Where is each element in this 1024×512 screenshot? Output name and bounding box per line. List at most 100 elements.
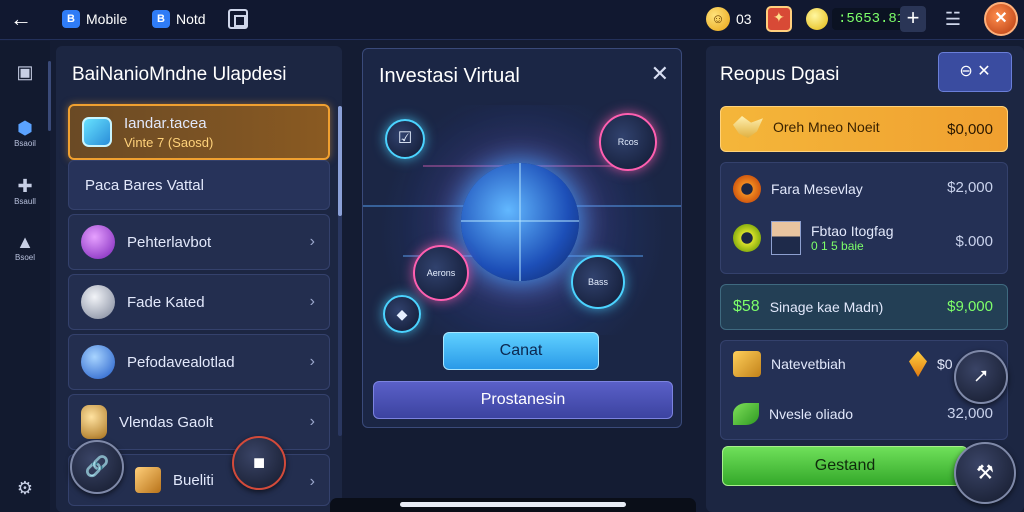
coin-count: 03	[736, 11, 752, 27]
close-icon[interactable]: ✕	[651, 61, 669, 87]
row-label: Nvesle oliado	[769, 406, 854, 422]
list-item[interactable]: Natevetbiah	[733, 351, 846, 377]
row-content: $58 Sinage kae Madn)	[733, 298, 883, 316]
add-funds-button[interactable]: +	[900, 6, 926, 32]
secondary-button[interactable]: Prostanesin	[373, 381, 673, 419]
row-label: Sinage kae Madn)	[769, 299, 884, 315]
list-item-text: Iandar.tacea Vinte 7 (Saosd)	[124, 115, 213, 150]
list-item[interactable]: Nvesle oliado	[733, 403, 853, 425]
coin-counter[interactable]: ☺ 03	[706, 7, 752, 31]
app-b-icon: B	[152, 10, 170, 28]
tools-button[interactable]: ⚒	[954, 442, 1016, 504]
investment-dialog: Investasi Virtual ✕ ☑ Rcos Aerons Bass ◆…	[362, 48, 682, 428]
list-item-label: Paca Bares Vattal	[85, 176, 204, 194]
row-value: $9,000	[947, 298, 993, 315]
row-content: Oreh Mneo Noeit	[733, 116, 880, 138]
list-item-label: Fade Kated	[127, 293, 205, 311]
back-arrow-icon[interactable]: ←	[10, 6, 40, 32]
box-icon	[135, 467, 161, 493]
highlight-row[interactable]: Oreh Mneo Noeit $0,000	[720, 106, 1008, 152]
link-button[interactable]: 🔗	[70, 440, 124, 494]
warning-icon: ▲	[16, 232, 34, 252]
app-b-icon: B	[62, 10, 80, 28]
building-node-icon: Bass	[571, 255, 625, 309]
rail-item-cube[interactable]: ⬢ Bsaoil	[0, 117, 50, 148]
row-label: Fara Mesevlay	[771, 181, 863, 197]
avatar[interactable]: ✕	[984, 2, 1018, 36]
panel-title: BaiNanioMndne Ulapdesi	[72, 64, 287, 85]
list-item[interactable]: Fade Kated ›	[68, 274, 330, 330]
gem-icon	[909, 351, 927, 377]
gift-icon[interactable]	[766, 6, 792, 32]
window-frame-icon[interactable]	[228, 9, 248, 29]
dialog-title: Investasi Virtual	[379, 65, 520, 87]
panel-title: Reopus Dgasi	[720, 64, 840, 85]
portrait-image	[771, 221, 801, 255]
list-item-selected[interactable]: Iandar.tacea Vinte 7 (Saosd)	[68, 104, 330, 160]
tab-notd[interactable]: B Notd	[152, 8, 206, 30]
bookmark-button[interactable]: ■	[232, 436, 286, 490]
list-item[interactable]: Paca Bares Vattal	[68, 160, 330, 210]
chevron-right-icon: ›	[309, 353, 315, 370]
profile-icon[interactable]: ☱	[940, 6, 966, 32]
shield-node-icon: ◆	[383, 295, 421, 333]
list-item-label: Pefodavealotlad	[127, 353, 235, 371]
chart-node-icon: ☑	[385, 119, 425, 159]
bitcoin-icon	[81, 405, 107, 439]
gem-badge: $0	[909, 351, 953, 377]
node-label: Bass	[587, 277, 608, 287]
header-action-button[interactable]: ⊖ ✕	[938, 52, 1012, 92]
row-value: 32,000	[947, 405, 993, 422]
list-item[interactable]: Fara Mesevlay	[733, 175, 863, 203]
globe-icon	[461, 163, 579, 281]
smiley-coin-icon: ☺	[706, 7, 730, 31]
network-illustration: ☑ Rcos Aerons Bass ◆	[363, 105, 681, 335]
cube-icon: ⬢	[17, 118, 33, 138]
green-row[interactable]: $58 Sinage kae Madn) $9,000	[720, 284, 1008, 330]
primary-button[interactable]: Canat	[443, 332, 599, 370]
list-item-label: Iandar.tacea	[124, 114, 207, 132]
row-label: Fbtao Itogfag	[811, 223, 894, 239]
list-card: Fara Mesevlay $2,000 Fbtao Itogfag 0 1 5…	[720, 162, 1008, 274]
rail-item-label: Bsaoil	[14, 139, 36, 148]
list-item[interactable]: Fbtao Itogfag 0 1 5 baie	[733, 221, 894, 255]
gear-icon	[733, 175, 761, 203]
rail-item-warning[interactable]: ▲ Bsoel	[0, 231, 50, 262]
cta-button[interactable]: Gestand	[722, 446, 968, 486]
chevron-right-icon: ›	[309, 473, 315, 490]
tab-mobile[interactable]: B Mobile	[62, 8, 127, 30]
row-prefix: $58	[733, 298, 760, 315]
rocket-node-icon: Rcos	[599, 113, 657, 171]
list-item-label: Bueliti	[173, 471, 214, 489]
chevron-right-icon: ›	[309, 233, 315, 250]
row-value: $.000	[955, 233, 993, 250]
rail-item-label: Bsoel	[14, 253, 35, 262]
compass-button[interactable]: ⭧	[954, 350, 1008, 404]
leaf-icon	[733, 403, 759, 425]
cloud-node-icon: Aerons	[413, 245, 469, 301]
rail-item-controller[interactable]: ✚ Bsaull	[0, 175, 50, 206]
list-item-label: Vlendas Gaolt	[119, 413, 214, 431]
rail-item-photo[interactable]: ▣	[0, 61, 50, 83]
home-indicator[interactable]	[330, 498, 696, 512]
side-rail: ▣ ⬢ Bsaoil ✚ Bsaull ▲ Bsoel ⚙	[0, 41, 51, 512]
chevron-right-icon: ›	[309, 293, 315, 310]
list-item-label: Pehterlavbot	[127, 233, 212, 251]
list-item[interactable]: Pefodavealotlad ›	[68, 334, 330, 390]
treasure-icon	[733, 351, 761, 377]
wing-icon	[733, 116, 763, 138]
row-label: Oreh Mneo Noeit	[773, 119, 880, 135]
gear-icon: ⚙	[16, 478, 34, 498]
row-value: $2,000	[947, 179, 993, 196]
shield-app-icon	[82, 117, 112, 147]
tab-label: Notd	[176, 11, 206, 27]
silver-coin-icon	[81, 285, 115, 319]
scrollbar[interactable]	[338, 106, 342, 436]
row-sub: 0 1 5 baie	[811, 239, 864, 253]
chevron-right-icon: ›	[309, 413, 315, 430]
list-item[interactable]: Pehterlavbot ›	[68, 214, 330, 270]
node-label: Rcos	[617, 137, 639, 147]
rail-settings[interactable]: ⚙	[0, 477, 50, 499]
row-value: $0,000	[947, 121, 993, 138]
row-label: Natevetbiah	[771, 356, 846, 372]
